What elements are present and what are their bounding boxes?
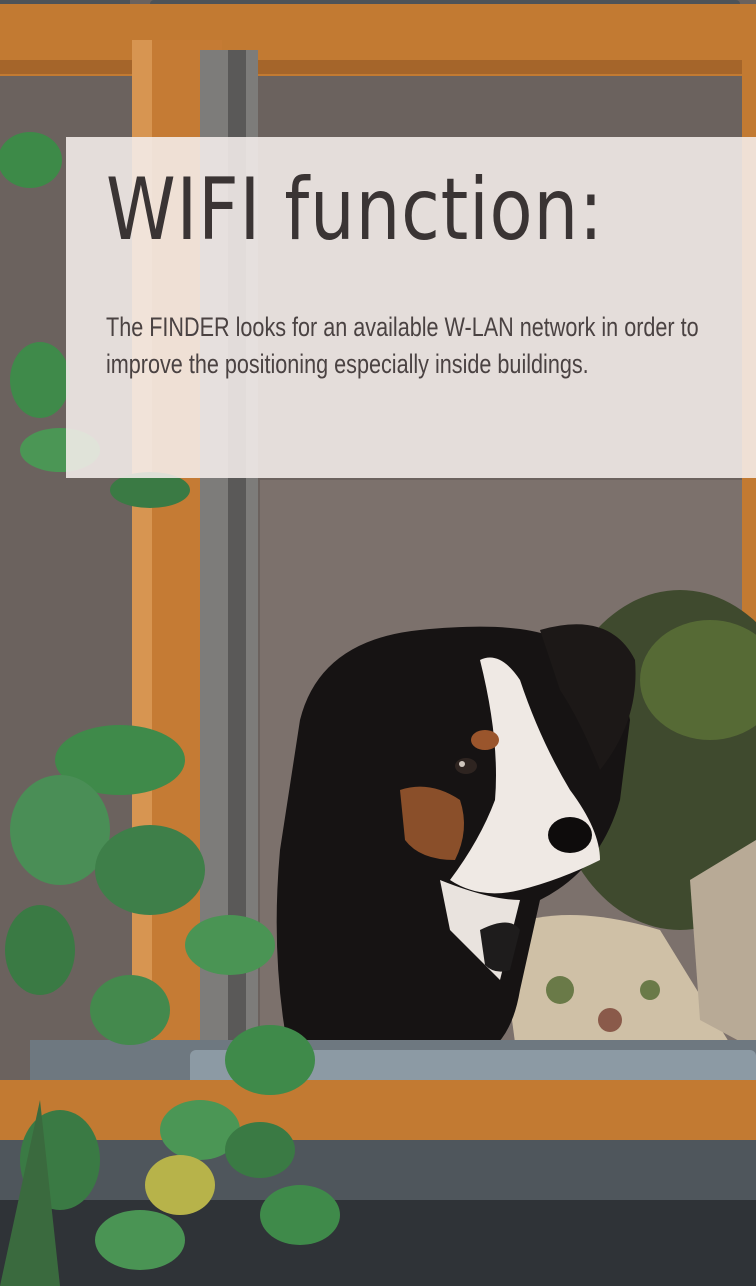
info-panel: WIFI function: The FINDER looks for an a… [66,137,756,478]
headline: WIFI function: [106,160,604,260]
description-text: The FINDER looks for an available W-LAN … [106,312,699,379]
photo-scene: WIFI function: The FINDER looks for an a… [0,0,756,1286]
